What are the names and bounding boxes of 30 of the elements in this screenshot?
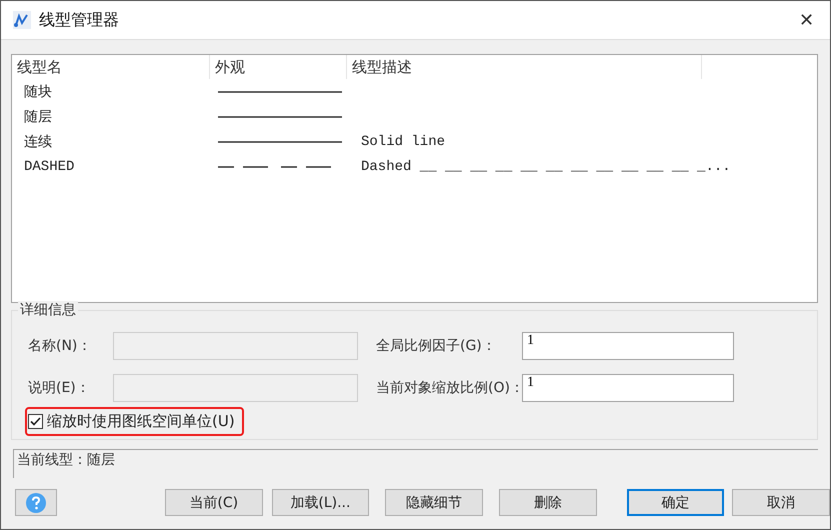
linetype-description: Dashed __ __ __ __ __ __ __ __ __ __ __ _...: [361, 158, 731, 174]
dialog-button[interactable]: 加载(L)...: [272, 489, 370, 516]
group-title: 详细信息: [18, 301, 78, 319]
linetype-name: DASHED: [24, 158, 74, 174]
linetype-name: 随块: [24, 84, 52, 100]
field-label: 当前对象缩放比例(O)：: [376, 379, 522, 397]
column-header[interactable]: 线型名: [17, 58, 62, 76]
column-header[interactable]: 线型描述: [352, 58, 412, 76]
help-icon: [26, 492, 46, 512]
field-label: 全局比例因子(G)：: [376, 337, 497, 355]
column-header[interactable]: 外观: [215, 58, 245, 76]
app-icon: [13, 11, 31, 29]
linetype-description: Solid line: [361, 134, 446, 150]
field-label: 说明(E)：: [28, 379, 91, 397]
dialog-button[interactable]: 隐藏细节: [385, 489, 483, 516]
dialog-button[interactable]: 确定: [626, 489, 724, 516]
dialog-button[interactable]: 当前(C): [164, 489, 263, 516]
field-label: 名称(N)：: [28, 337, 92, 355]
dialog-button[interactable]: 取消: [732, 489, 830, 516]
close-button[interactable]: ✕: [795, 9, 818, 31]
dialog-button[interactable]: 删除: [498, 489, 597, 516]
help-button[interactable]: [15, 489, 57, 516]
checkbox-label[interactable]: 缩放时使用图纸空间单位(U): [47, 412, 235, 431]
current-linetype-status: 当前线型：随层: [17, 452, 115, 468]
window-title: 线型管理器: [39, 10, 120, 30]
linetype-name: 随层: [24, 108, 52, 126]
checkbox[interactable]: [28, 414, 43, 429]
linetype-name: 连续: [24, 134, 52, 150]
input-field[interactable]: 1: [522, 332, 734, 360]
input-field[interactable]: 1: [522, 374, 734, 402]
